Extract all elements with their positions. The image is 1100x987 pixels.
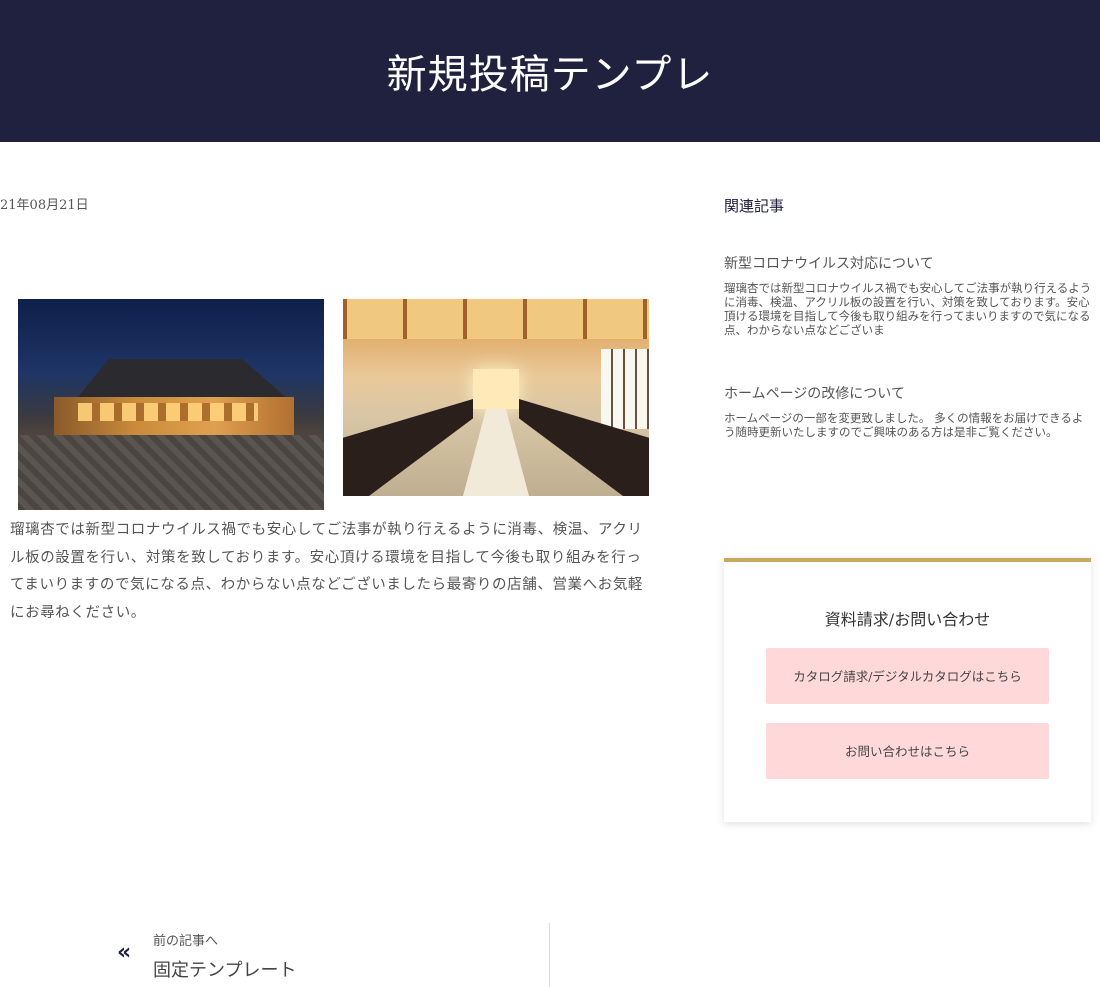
related-item[interactable]: ホームページの改修について ホームページの一部を変更致しました。 多くの情報をお…	[724, 383, 1092, 439]
related-item-excerpt: ホームページの一部を変更致しました。 多くの情報をお届けできるよう随時更新いたし…	[724, 411, 1084, 439]
prev-post-label: 前の記事へ	[153, 934, 219, 949]
related-item-title[interactable]: ホームページの改修について	[724, 383, 1092, 403]
double-chevron-left-icon: «	[117, 940, 132, 965]
related-item-title[interactable]: 新型コロナウイルス対応について	[724, 253, 1092, 273]
contact-box: 資料請求/お問い合わせ カタログ請求/デジタルカタログはこちら お問い合わせはこ…	[724, 558, 1091, 822]
photo-roof	[76, 359, 288, 399]
page-title: 新規投稿テンプレ	[386, 52, 714, 98]
catalog-request-button[interactable]: カタログ請求/デジタルカタログはこちら	[766, 648, 1049, 704]
interior-photo	[343, 299, 649, 496]
photo-ground	[18, 435, 324, 510]
catalog-request-label: カタログ請求/デジタルカタログはこちら	[793, 668, 1022, 684]
related-item-excerpt: 瑠璃杏では新型コロナウイルス禍でも安心してご法事が執り行えるように消毒、検温、ア…	[724, 281, 1092, 337]
prev-post-title: 固定テンプレート	[153, 960, 297, 981]
nav-divider	[549, 923, 550, 987]
related-item[interactable]: 新型コロナウイルス対応について 瑠璃杏では新型コロナウイルス禍でも安心してご法事…	[724, 253, 1092, 337]
photo-lights	[78, 403, 258, 421]
page-header: 新規投稿テンプレ	[0, 0, 1100, 142]
prev-post-link[interactable]: « 前の記事へ 固定テンプレート	[117, 928, 417, 987]
photo-altar	[473, 369, 519, 409]
related-heading: 関連記事	[724, 197, 785, 215]
page: 新規投稿テンプレ 21年08月21日 瑠璃杏では新型コロナウイルス禍でも安心して…	[0, 0, 1100, 987]
photo-table-left	[343, 399, 473, 496]
contact-title: 資料請求/お問い合わせ	[824, 610, 991, 629]
post-body: 瑠璃杏では新型コロナウイルス禍でも安心してご法事が執り行えるように消毒、検温、ア…	[10, 522, 644, 621]
post-date: 21年08月21日	[0, 198, 89, 213]
photo-window	[601, 349, 649, 429]
inquiry-label: お問い合わせはこちら	[844, 743, 970, 759]
photo-aisle	[463, 409, 529, 496]
exterior-photo	[18, 299, 324, 510]
photo-ceiling	[343, 299, 649, 339]
inquiry-button[interactable]: お問い合わせはこちら	[766, 723, 1049, 779]
